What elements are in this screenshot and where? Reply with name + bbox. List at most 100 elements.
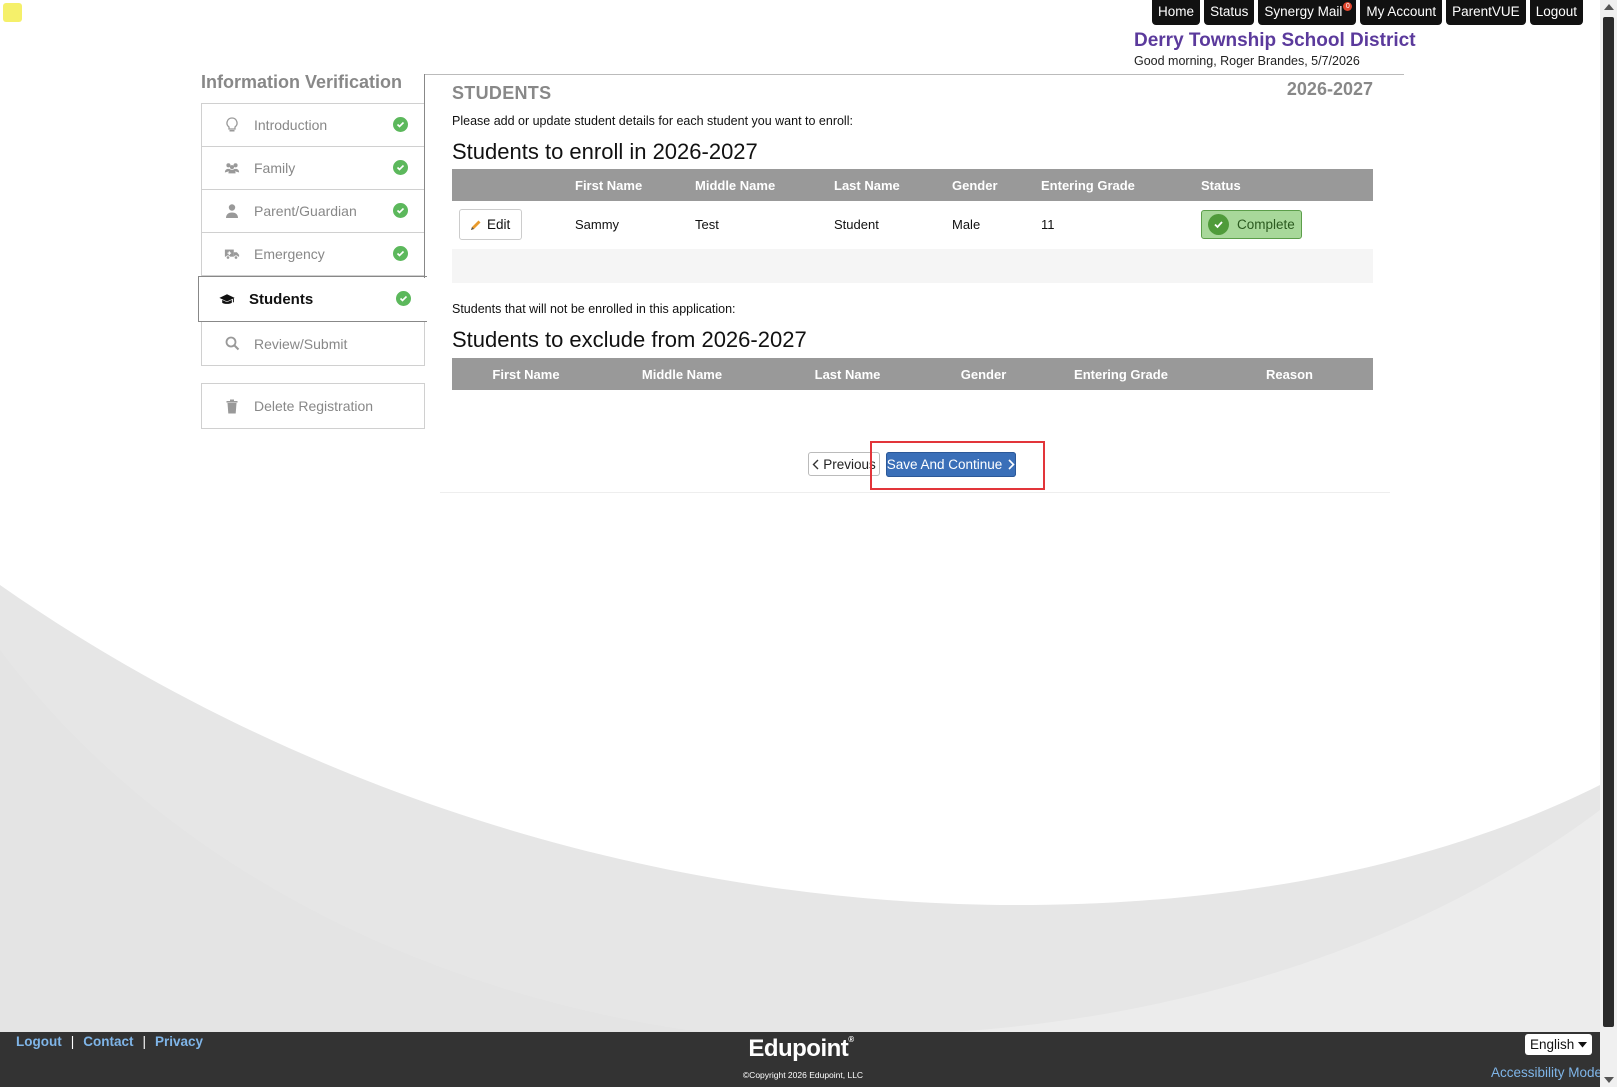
not-enrolled-text: Students that will not be enrolled in th… (452, 302, 736, 316)
check-circle-icon (1208, 214, 1229, 236)
enroll-heading: Students to enroll in 2026-2027 (452, 139, 758, 164)
footer-privacy-link[interactable]: Privacy (155, 1034, 203, 1049)
edit-student-button[interactable]: Edit (459, 209, 523, 241)
sidebar-item-label: Emergency (254, 246, 325, 262)
graduation-cap-icon (219, 291, 235, 307)
chevron-left-icon (812, 459, 819, 469)
column-header-gender: Gender (952, 169, 1041, 201)
cell-gender: Male (952, 201, 1041, 250)
exclude-heading: Students to exclude from 2026-2027 (452, 327, 807, 352)
save-and-continue-button[interactable]: Save And Continue (886, 452, 1016, 477)
status-label: Complete (1237, 217, 1295, 233)
nav-parentvue-button[interactable]: ParentVUE (1446, 0, 1526, 25)
sidebar-item-label: Parent/Guardian (254, 203, 357, 219)
nav-synergy-mail-button[interactable]: Synergy Mail 0 (1258, 0, 1357, 25)
check-circle-icon (396, 291, 411, 306)
copyright-text: ©Copyright 2026 Edupoint, LLC (742, 1070, 864, 1080)
sidebar-item-parent-guardian[interactable]: Parent/Guardian (202, 190, 424, 233)
cell-middle-name: Test (695, 201, 834, 250)
accessibility-mode-link[interactable]: Accessibility Mode (1491, 1065, 1602, 1080)
nav-home-button[interactable]: Home (1152, 0, 1201, 25)
column-header-action (452, 169, 575, 201)
pencil-icon (471, 220, 481, 230)
search-icon (224, 336, 240, 352)
table-row: Edit Sammy Test Student Male 11 Complete (452, 201, 1373, 250)
exclude-table-header: First Name Middle Name Last Name Gender … (452, 358, 1373, 390)
sidebar: Information Verification Introduction Fa… (198, 72, 427, 429)
sidebar-item-label: Review/Submit (254, 335, 348, 352)
column-header-entering-grade: Entering Grade (1041, 169, 1201, 201)
mail-count-badge: 0 (1343, 2, 1353, 11)
edit-label: Edit (487, 217, 511, 233)
sidebar-item-label: Introduction (254, 117, 328, 133)
sidebar-item-label: Students (249, 290, 314, 308)
cell-last-name: Student (834, 201, 952, 250)
district-name: Derry Township School District (1134, 30, 1416, 51)
delete-registration-label: Delete Registration (254, 398, 374, 414)
footer-logout-link[interactable]: Logout (16, 1034, 62, 1049)
district-header: Derry Township School District Good morn… (1134, 30, 1416, 68)
sidebar-item-introduction[interactable]: Introduction (202, 104, 424, 147)
instructions-text: Please add or update student details for… (452, 114, 853, 128)
sidebar-item-emergency[interactable]: Emergency (202, 233, 424, 276)
previous-button[interactable]: Previous (808, 452, 880, 476)
user-icon (224, 203, 240, 219)
check-circle-icon (393, 246, 408, 261)
main-panel-bottom-border (440, 492, 1390, 493)
logo-text: Edupoint (748, 1035, 849, 1062)
school-year: 2026-2027 (1286, 79, 1373, 99)
sidebar-item-review-submit[interactable]: Review/Submit (202, 322, 424, 365)
sidebar-item-students[interactable]: Students (198, 276, 427, 322)
scroll-down-icon[interactable] (1604, 1077, 1614, 1083)
enroll-table-header: First Name Middle Name Last Name Gender … (452, 169, 1373, 201)
cell-first-name: Sammy (575, 201, 695, 250)
caret-down-icon (1578, 1041, 1588, 1047)
top-navigation: Home Status Synergy Mail 0 My Account Pa… (1152, 0, 1583, 25)
chevron-right-icon (1008, 459, 1015, 470)
nav-logout-button[interactable]: Logout (1529, 0, 1583, 25)
greeting-text: Good morning, Roger Brandes, 5/7/2026 (1134, 54, 1360, 68)
sidebar-item-label: Family (254, 160, 296, 176)
column-header-middle-name: Middle Name (600, 358, 764, 390)
footer-separator: | (142, 1034, 147, 1049)
sidebar-item-family[interactable]: Family (202, 147, 424, 190)
language-select[interactable]: English (1525, 1034, 1593, 1055)
save-label: Save And Continue (886, 457, 1003, 472)
section-title: STUDENTS (452, 83, 552, 103)
cell-entering-grade: 11 (1041, 201, 1201, 250)
scroll-up-icon[interactable] (1604, 4, 1614, 10)
nav-status-button[interactable]: Status (1204, 0, 1255, 25)
column-header-reason: Reason (1206, 358, 1373, 390)
trash-icon (224, 398, 240, 414)
column-header-first-name: First Name (452, 358, 600, 390)
column-header-middle-name: Middle Name (695, 169, 834, 201)
previous-label: Previous (823, 456, 876, 472)
main-panel-left-border (424, 74, 425, 278)
delete-registration-button[interactable]: Delete Registration (201, 383, 425, 429)
column-header-status: Status (1201, 169, 1373, 201)
exclude-table: First Name Middle Name Last Name Gender … (452, 358, 1373, 390)
synergy-mail-label: Synergy Mail (1264, 4, 1343, 19)
column-header-last-name: Last Name (764, 358, 931, 390)
footer-separator: | (70, 1034, 75, 1049)
enroll-table: First Name Middle Name Last Name Gender … (452, 169, 1373, 250)
scrollbar-thumb[interactable] (1603, 17, 1614, 1027)
check-circle-icon (393, 117, 408, 132)
footer-contact-link[interactable]: Contact (83, 1034, 133, 1049)
lightbulb-icon (224, 117, 240, 133)
language-label: English (1530, 1037, 1575, 1052)
check-circle-icon (393, 160, 408, 175)
ambulance-icon (224, 246, 240, 262)
check-circle-icon (393, 203, 408, 218)
corner-marker (3, 3, 22, 22)
sidebar-heading: Information Verification (201, 72, 403, 92)
column-header-last-name: Last Name (834, 169, 952, 201)
nav-my-account-button[interactable]: My Account (1360, 0, 1443, 25)
column-header-first-name: First Name (575, 169, 695, 201)
column-header-entering-grade: Entering Grade (1036, 358, 1206, 390)
page-scrollbar[interactable] (1600, 0, 1617, 1087)
sidebar-steps: Introduction Family Parent/Guardian Emer… (198, 103, 427, 366)
status-complete-button[interactable]: Complete (1201, 210, 1302, 240)
users-icon (224, 160, 240, 176)
edupoint-logo: Edupoint® (746, 1035, 856, 1063)
